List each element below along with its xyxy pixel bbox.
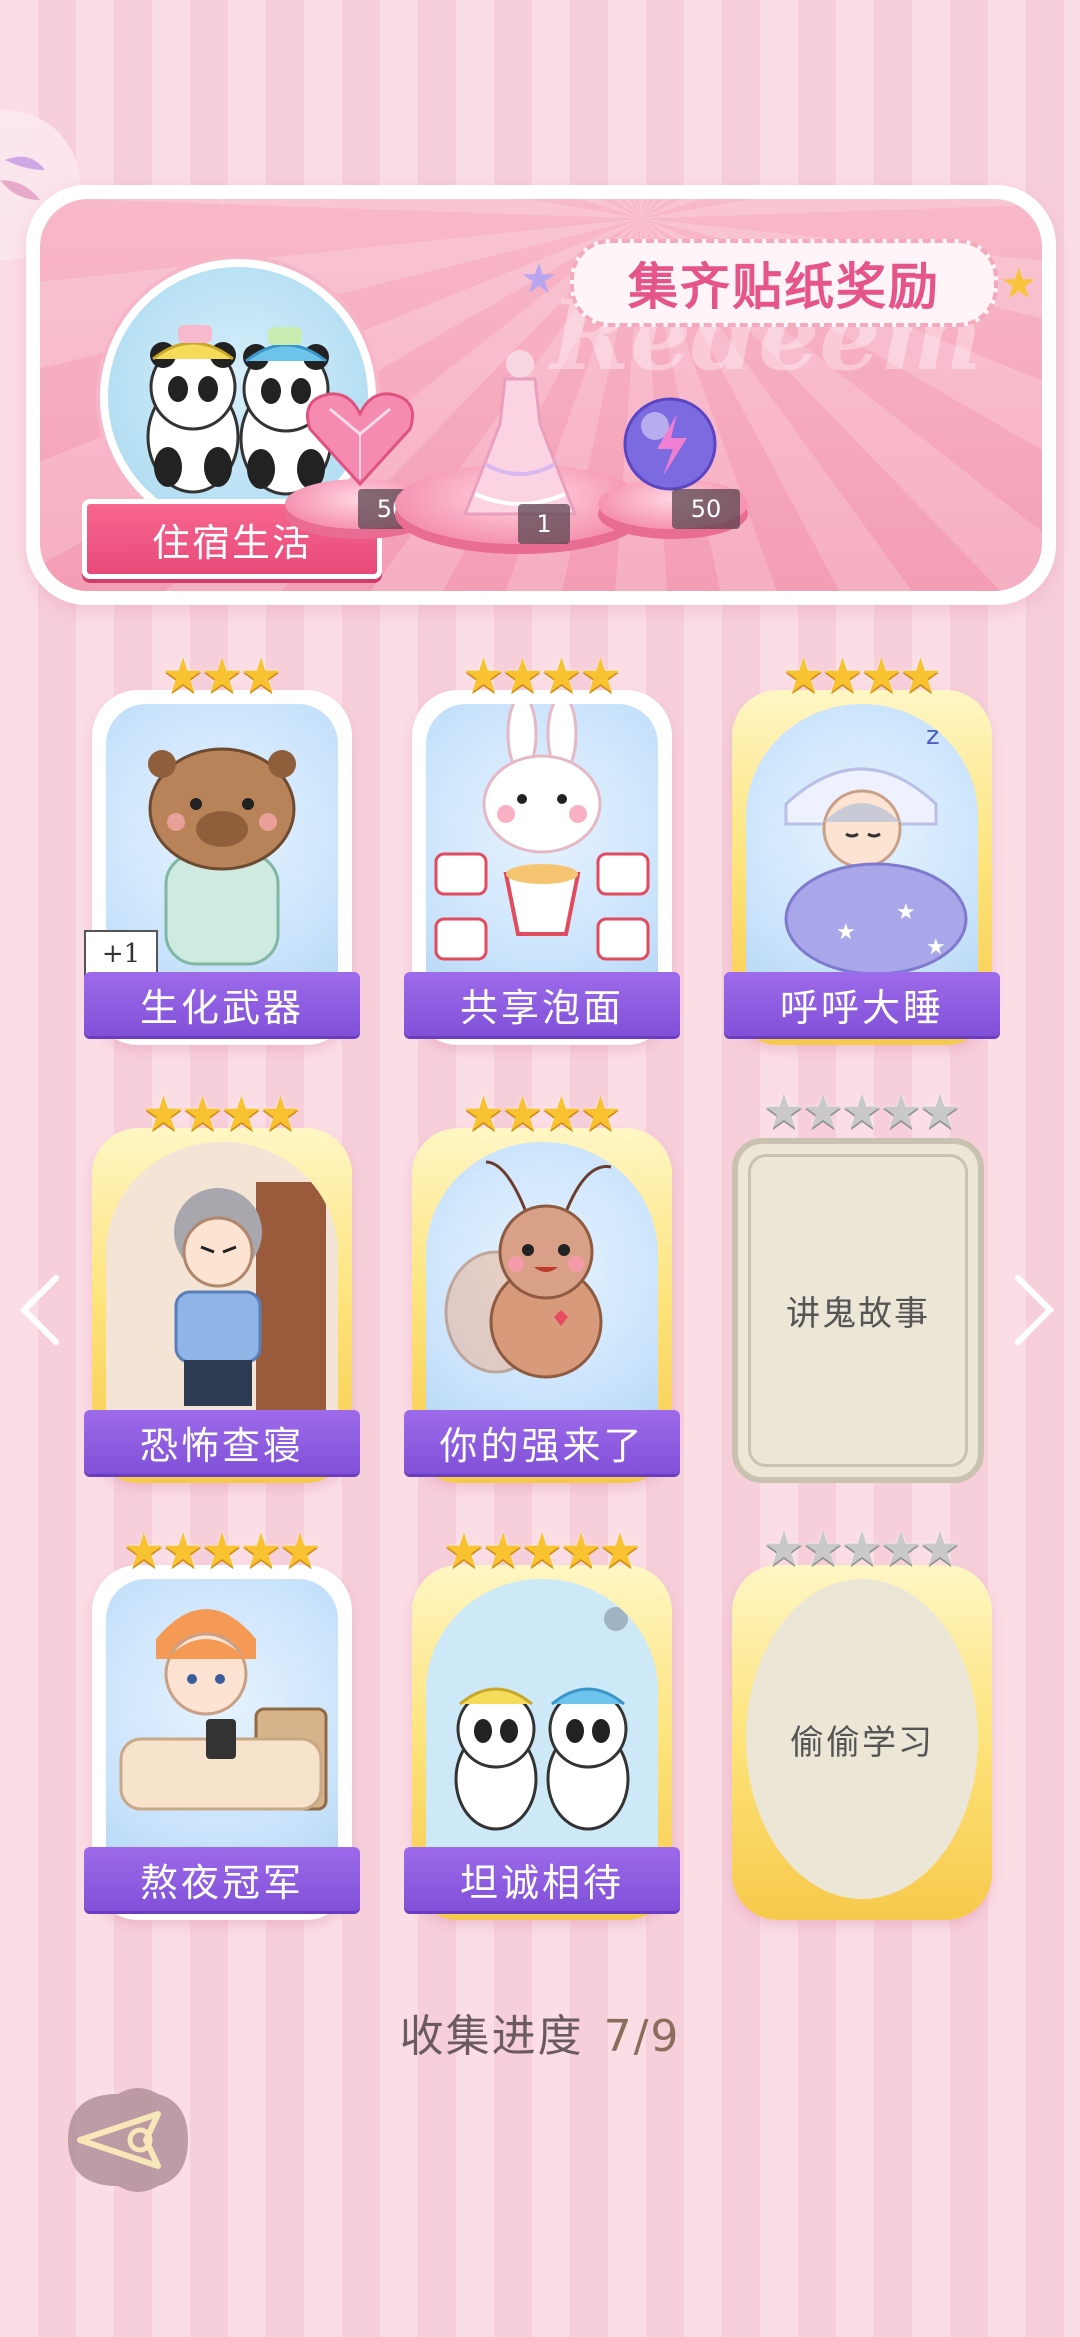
- sticker-art: [426, 1142, 658, 1422]
- sticker-art: [426, 1579, 658, 1859]
- chevron-left-icon[interactable]: [14, 1270, 64, 1350]
- energy-orb-icon[interactable]: [615, 394, 725, 494]
- sticker-card[interactable]: ★ ★ ★ +1 生化武器: [84, 652, 360, 1045]
- locked-sticker-label: 讲鬼故事: [786, 1294, 930, 1334]
- sticker-card-locked[interactable]: ★ ★ ★ ★ ★ 讲鬼故事: [732, 1088, 992, 1483]
- reward-count: 50: [672, 489, 740, 529]
- sticker-label: 你的强来了: [404, 1410, 680, 1474]
- star-rating: ★ ★ ★ ★ ★: [442, 1523, 642, 1579]
- collection-progress: 收集进度 7/9: [0, 2000, 1080, 2064]
- sticker-art: [426, 704, 658, 984]
- star-rating: ★ ★ ★ ★ ★: [762, 1084, 962, 1140]
- sticker-card-locked[interactable]: ★ ★ ★ ★ ★ 偷偷学习: [732, 1525, 992, 1920]
- sticker-card[interactable]: ★ ★ ★ ★ 你的强来了: [404, 1090, 680, 1483]
- bathing-pandas-image: [426, 1579, 658, 1859]
- progress-label: 收集进度: [399, 2011, 584, 2062]
- star-rating: ★ ★ ★ ★ ★: [762, 1521, 962, 1577]
- sticker-card[interactable]: ★ ★ ★ ★ ★ 坦诚相待: [404, 1527, 680, 1920]
- night-owl-boy-image: [119, 1609, 328, 1811]
- star-rating: ★ ★ ★ ★ ★: [122, 1523, 322, 1579]
- heart-gem-icon[interactable]: [300, 384, 420, 494]
- sticker-label: 生化武器: [84, 972, 360, 1036]
- cockroach-image: [444, 1160, 612, 1379]
- locked-frame: 偷偷学习: [746, 1579, 978, 1899]
- chevron-right-icon[interactable]: [1010, 1270, 1060, 1350]
- star-rating: ★ ★ ★ ★: [781, 648, 943, 704]
- progress-value: 7/9: [603, 2011, 681, 2062]
- sticker-art: [106, 1579, 338, 1859]
- count-badge: +1: [84, 930, 158, 978]
- sticker-art: [106, 1142, 338, 1422]
- sticker-label: 恐怖查寝: [84, 1410, 360, 1474]
- sticker-art: ★ ★ ★ z: [746, 704, 978, 984]
- sticker-card[interactable]: ★ ★ ★ ★ ★ 熬夜冠军: [84, 1527, 360, 1920]
- star-rating: ★ ★ ★ ★: [461, 648, 623, 704]
- sticker-card[interactable]: ★ ★ ★ ★ ★ ★ ★ z 呼呼大睡: [724, 652, 1000, 1045]
- prev-page-arrow[interactable]: [14, 1270, 64, 1367]
- reward-count: 1: [518, 504, 570, 544]
- locked-sticker-label: 偷偷学习: [790, 1722, 934, 1763]
- svg-text:★: ★: [926, 935, 946, 960]
- next-page-arrow[interactable]: [1010, 1270, 1060, 1367]
- svg-text:z: z: [926, 721, 940, 751]
- locked-frame: 讲鬼故事: [732, 1138, 984, 1483]
- sticker-card[interactable]: ★ ★ ★ ★ 恐怖查寝: [84, 1090, 360, 1483]
- sticker-label: 熬夜冠军: [84, 1847, 360, 1911]
- back-arrow-icon[interactable]: [48, 2082, 208, 2198]
- star-rating: ★ ★ ★ ★: [461, 1086, 623, 1142]
- banner-title: 集齐贴纸奖励: [570, 239, 998, 327]
- dorm-supervisor-image: [106, 1142, 338, 1422]
- sticker-card[interactable]: ★ ★ ★ ★ 共享泡面: [404, 652, 680, 1045]
- reward-banner: Redeem ★ ★ 集齐贴纸奖励 住宿生活 50 1 50: [26, 185, 1056, 605]
- sticker-label: 呼呼大睡: [724, 972, 1000, 1036]
- svg-text:★: ★: [896, 900, 916, 925]
- back-button[interactable]: [48, 2082, 208, 2198]
- star-rating: ★ ★ ★ ★: [141, 1086, 303, 1142]
- star-rating: ★ ★ ★: [161, 648, 283, 704]
- dress-icon[interactable]: [445, 344, 595, 519]
- sticker-label: 共享泡面: [404, 972, 680, 1036]
- star-decoration-icon: ★: [1000, 259, 1038, 308]
- sticker-label: 坦诚相待: [404, 1847, 680, 1911]
- sleeping-boy-image: ★ ★ ★ z: [784, 721, 968, 976]
- star-decoration-icon: ★: [520, 254, 558, 303]
- bunny-noodles-image: [434, 704, 650, 961]
- svg-text:★: ★: [836, 920, 856, 945]
